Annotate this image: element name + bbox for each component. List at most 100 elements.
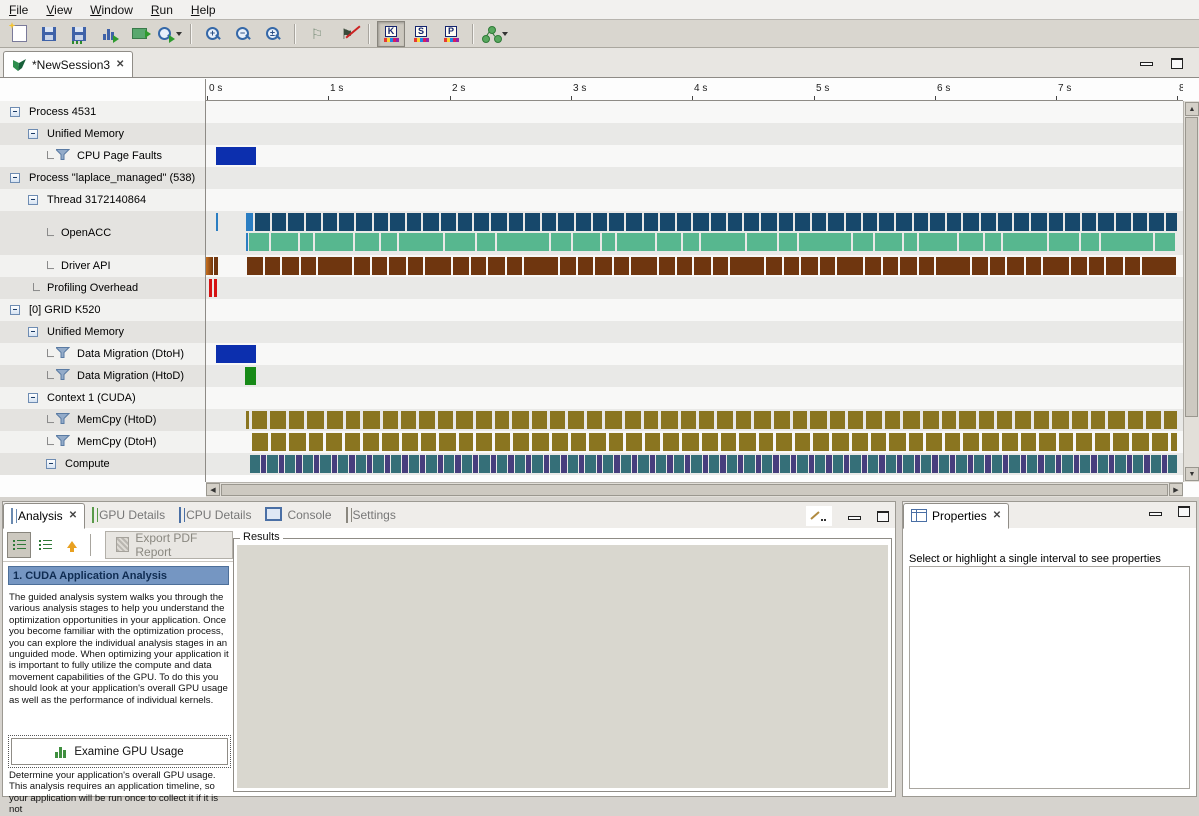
timeline-interval[interactable] — [667, 455, 673, 473]
timeline-interval[interactable] — [318, 257, 352, 275]
close-icon[interactable]: ✕ — [116, 60, 124, 70]
timeline-interval[interactable] — [1003, 455, 1008, 473]
timeline-interval[interactable] — [1095, 433, 1110, 451]
timeline-interval[interactable] — [663, 433, 679, 451]
timeline-interval[interactable] — [853, 233, 873, 251]
filter-funnel-icon[interactable] — [56, 347, 70, 362]
timeline-interval[interactable] — [728, 213, 742, 231]
timeline-interval[interactable] — [1002, 433, 1018, 451]
timeline-interval[interactable] — [300, 233, 313, 251]
timeline-interval[interactable] — [309, 433, 323, 451]
generate-timeline-button[interactable] — [95, 21, 123, 47]
timeline-interval[interactable] — [261, 455, 266, 473]
timeline-interval[interactable] — [568, 411, 584, 429]
timeline-interval[interactable] — [699, 411, 714, 429]
timeline-row-track[interactable] — [206, 299, 1183, 321]
zoom-in-button[interactable]: + — [199, 21, 227, 47]
timeline-interval[interactable] — [1155, 233, 1175, 251]
timeline-interval[interactable] — [617, 233, 655, 251]
timeline-interval[interactable] — [832, 433, 849, 451]
maximize-icon[interactable] — [1171, 58, 1183, 69]
save-button[interactable] — [35, 21, 63, 47]
timeline-interval[interactable] — [833, 455, 843, 473]
timeline-interval[interactable] — [571, 433, 586, 451]
timeline-interval[interactable] — [1043, 257, 1069, 275]
timeline-interval[interactable] — [246, 213, 253, 231]
timeline-interval[interactable] — [383, 411, 398, 429]
timeline-interval[interactable] — [791, 455, 796, 473]
timeline-interval[interactable] — [626, 213, 642, 231]
timeline-row-track[interactable] — [206, 211, 1183, 255]
timeline-interval[interactable] — [1146, 411, 1161, 429]
timeline-interval[interactable] — [1125, 257, 1140, 275]
timeline-interval[interactable] — [374, 213, 388, 231]
timeline-interval[interactable] — [1056, 455, 1061, 473]
timeline-interval[interactable] — [932, 455, 938, 473]
collapse-minus-icon[interactable] — [10, 305, 20, 315]
timeline-interval[interactable] — [495, 433, 510, 451]
timeline-interval[interactable] — [897, 455, 902, 473]
timeline-interval[interactable] — [717, 411, 733, 429]
timeline-interval[interactable] — [421, 433, 436, 451]
timeline-tree-row[interactable]: OpenACC — [0, 211, 205, 255]
dropdown-caret-icon[interactable] — [176, 32, 182, 36]
timeline-interval[interactable] — [826, 455, 832, 473]
timeline-interval[interactable] — [1059, 433, 1073, 451]
timeline-interval[interactable] — [736, 411, 751, 429]
tab-analysis[interactable]: Analysis✕ — [3, 503, 85, 529]
timeline-interval[interactable] — [998, 213, 1012, 231]
timeline-row-track[interactable] — [206, 277, 1183, 299]
timeline-interval[interactable] — [795, 213, 810, 231]
timeline-interval[interactable] — [271, 433, 286, 451]
collapse-minus-icon[interactable] — [10, 107, 20, 117]
timeline-interval[interactable] — [1113, 433, 1129, 451]
timeline-interval[interactable] — [638, 455, 649, 473]
timeline-interval[interactable] — [868, 455, 878, 473]
timeline-interval[interactable] — [1115, 455, 1126, 473]
timeline-interval[interactable] — [685, 455, 690, 473]
timeline-interval[interactable] — [830, 411, 845, 429]
timeline-interval[interactable] — [921, 455, 931, 473]
timeline-interval[interactable] — [744, 213, 759, 231]
timeline-interval[interactable] — [739, 433, 756, 451]
timeline-interval[interactable] — [495, 411, 509, 429]
timeline-interval[interactable] — [674, 455, 684, 473]
timeline-interval[interactable] — [656, 455, 666, 473]
timeline-interval[interactable] — [1026, 257, 1041, 275]
timeline-interval[interactable] — [515, 455, 525, 473]
timeline-interval[interactable] — [445, 233, 475, 251]
timeline-interval[interactable] — [282, 257, 299, 275]
menu-view[interactable]: View — [37, 2, 81, 18]
timeline-interval[interactable] — [756, 455, 761, 473]
timeline-interval[interactable] — [271, 233, 298, 251]
timeline-interval[interactable] — [252, 411, 267, 429]
timeline-row-track[interactable] — [206, 409, 1183, 431]
timeline-row-track[interactable] — [206, 365, 1183, 387]
timeline-interval[interactable] — [799, 233, 851, 251]
tab-cpu-details[interactable]: CPU Details — [172, 503, 258, 527]
flag-disabled-button[interactable]: ⚑ — [333, 21, 361, 47]
timeline-interval[interactable] — [561, 455, 567, 473]
timeline-interval[interactable] — [345, 433, 360, 451]
timeline-interval[interactable] — [773, 455, 779, 473]
minimize-icon[interactable] — [1140, 62, 1153, 66]
scroll-down-icon[interactable]: ▼ — [1185, 467, 1199, 481]
timeline-interval[interactable] — [246, 233, 248, 251]
timeline-interval[interactable] — [407, 213, 421, 231]
timeline-tree-row[interactable]: Process 4531 — [0, 101, 205, 123]
timeline-interval[interactable] — [754, 411, 771, 429]
timeline-interval[interactable] — [1049, 233, 1079, 251]
timeline-interval[interactable] — [1039, 433, 1056, 451]
timeline-interval[interactable] — [356, 455, 366, 473]
timeline-interval[interactable] — [1014, 213, 1029, 231]
timeline-interval[interactable] — [614, 455, 620, 473]
horizontal-scroll-thumb[interactable] — [221, 484, 1168, 496]
timeline-interval[interactable] — [677, 213, 691, 231]
timeline-row-track[interactable] — [206, 167, 1183, 189]
tab-console[interactable]: Console — [258, 503, 338, 527]
timeline-interval[interactable] — [1072, 411, 1088, 429]
timeline-interval[interactable] — [936, 257, 970, 275]
timeline-interval[interactable] — [1076, 433, 1092, 451]
timeline-interval[interactable] — [963, 433, 979, 451]
session-tab[interactable]: *NewSession3 ✕ — [3, 51, 133, 78]
